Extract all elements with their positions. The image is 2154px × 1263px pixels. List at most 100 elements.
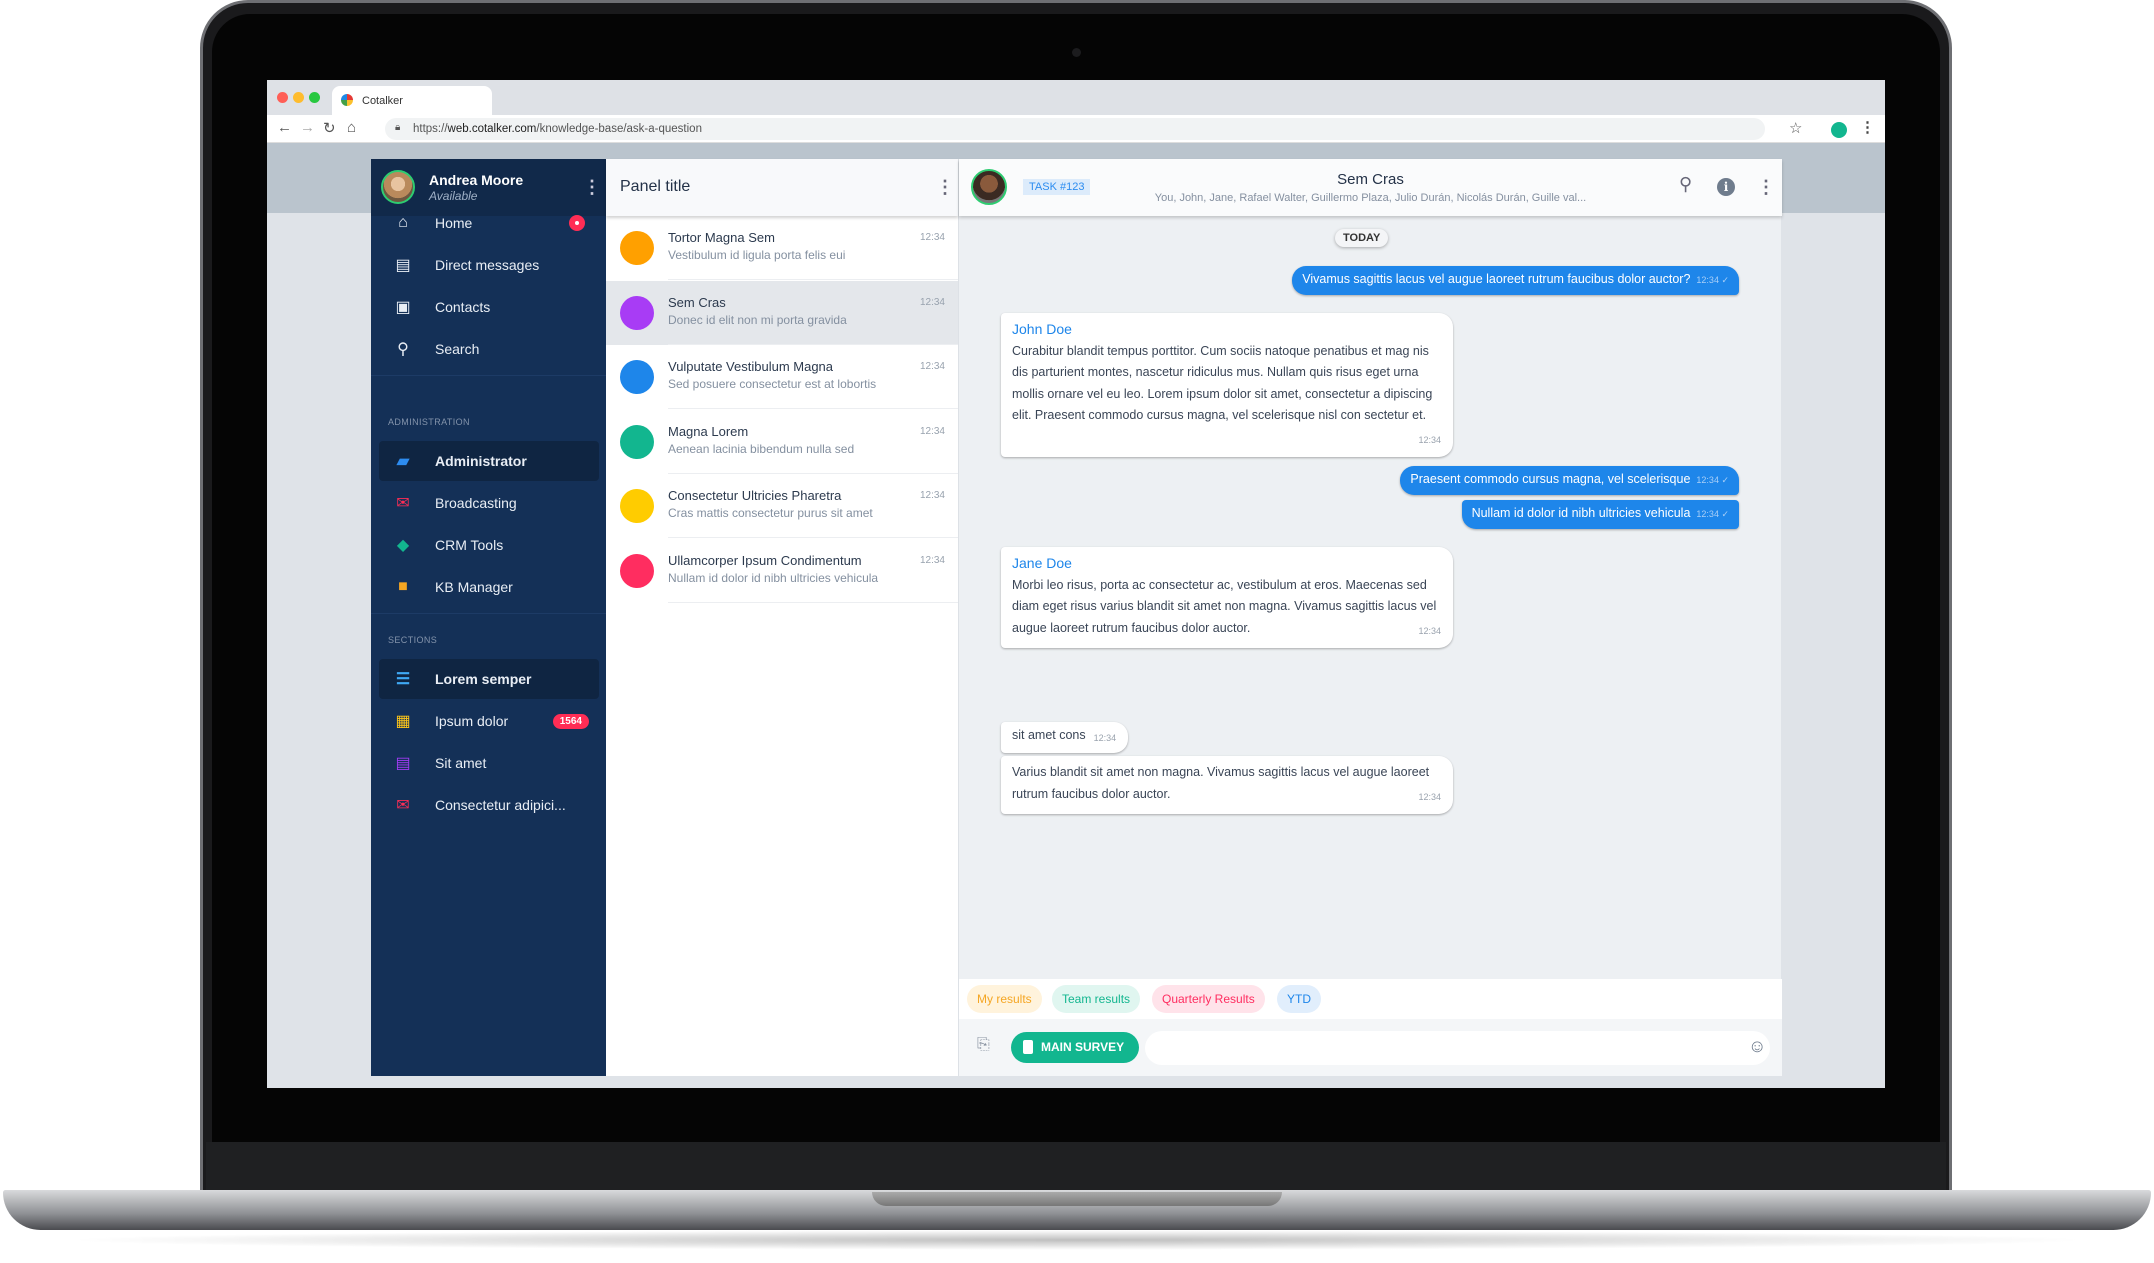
sidebar-item-lorem-semper[interactable]: ☰ Lorem semper xyxy=(379,659,599,699)
sidebar-item-ipsum-dolor[interactable]: ▦ Ipsum dolor 1564 xyxy=(379,701,599,741)
conversation-item[interactable]: Ullamcorper Ipsum Condimentum Nullam id … xyxy=(606,539,958,603)
chip-team-results[interactable]: Team results xyxy=(1052,985,1141,1013)
message-author: John Doe xyxy=(1012,321,1072,337)
sidebar-item-label: Home xyxy=(435,215,473,231)
sidebar-item-label: Consectetur adipici... xyxy=(435,797,566,813)
notification-dot xyxy=(569,215,585,231)
chip-my-results[interactable]: My results xyxy=(967,985,1042,1013)
message-text: sit amet cons xyxy=(1012,728,1086,742)
message-incoming[interactable]: Varius blandit sit amet non magna. Vivam… xyxy=(1001,756,1453,814)
url-path: /knowledge-base/ask-a-question xyxy=(536,123,702,135)
sidebar-item-label: Search xyxy=(435,341,480,357)
message-time: 12:34 xyxy=(1418,625,1441,636)
lock-icon: 🔒︎ xyxy=(395,122,401,133)
message-incoming[interactable]: John Doe Curabitur blandit tempus porttit… xyxy=(1001,313,1453,457)
tab-title: Cotalker xyxy=(362,95,403,107)
message-time: 12:34 ✓ xyxy=(1696,275,1729,285)
sidebar-item-broadcasting[interactable]: ✉ Broadcasting xyxy=(379,483,599,523)
profile-avatar[interactable] xyxy=(1831,122,1847,138)
home-page-icon[interactable]: ⌂ xyxy=(347,119,356,136)
conversation-time: 12:34 xyxy=(919,490,945,501)
url-prefix: https:// xyxy=(413,123,448,135)
contact-card-icon: ▣ xyxy=(395,299,411,316)
message-outgoing[interactable]: Vivamus sagittis lacus vel augue laoreet… xyxy=(1292,266,1739,295)
date-divider: TODAY xyxy=(1335,229,1389,247)
url-input[interactable]: 🔒︎ https://web.cotalker.com/knowledge-ba… xyxy=(385,118,1765,140)
message-text: Praesent commodo cursus magna, vel scele… xyxy=(1410,472,1691,486)
message-outgoing[interactable]: Nullam id dolor id nibh ultricies vehicu… xyxy=(1461,500,1739,529)
message-incoming[interactable]: sit amet cons 12:34 xyxy=(1001,722,1129,753)
close-window-button[interactable] xyxy=(277,92,288,103)
sidebar-item-home[interactable]: ⌂ Home xyxy=(379,203,599,243)
sidebar-item-label: Administrator xyxy=(435,453,527,469)
user-status: Available xyxy=(429,189,478,203)
address-bar: ← → ↻ ⌂ 🔒︎ https://web.cotalker.com/know… xyxy=(267,115,1885,143)
sidebar-item-label: CRM Tools xyxy=(435,537,504,553)
cotalker-logo-icon xyxy=(341,94,353,106)
sidebar-item-contacts[interactable]: ▣ Contacts xyxy=(379,287,599,327)
message-text: Varius blandit sit amet non magna. Vivam… xyxy=(1012,765,1430,801)
info-icon[interactable]: i xyxy=(1717,178,1735,196)
sidebar-item-direct-messages[interactable]: ▤ Direct messages xyxy=(379,245,599,285)
chip-quarterly-results[interactable]: Quarterly Results xyxy=(1152,985,1265,1013)
sidebar-item-label: KB Manager xyxy=(435,579,513,595)
user-name: Andrea Moore xyxy=(429,172,524,188)
conversation-title: Ullamcorper Ipsum Condimentum xyxy=(668,552,862,568)
search-icon[interactable]: ⚲ xyxy=(1679,174,1692,195)
divider xyxy=(668,601,958,603)
message-incoming[interactable]: Jane Doe Morbi leo risus, porta ac consec… xyxy=(1001,547,1453,648)
list-menu-icon[interactable]: ⋮ xyxy=(936,178,954,196)
clipboard-icon xyxy=(1023,1040,1033,1054)
search-icon: ⚲ xyxy=(397,341,409,358)
conversation-title: Consectetur Ultricies Pharetra xyxy=(668,488,842,503)
browser-menu-icon[interactable]: ⋮ xyxy=(1860,120,1875,135)
sidebar-item-sit-amet[interactable]: ▤ Sit amet xyxy=(379,743,599,783)
browser-tab[interactable]: Cotalker xyxy=(332,86,492,115)
maximize-window-button[interactable] xyxy=(309,92,320,103)
mail-icon: ✉ xyxy=(396,797,410,814)
back-icon[interactable]: ← xyxy=(277,119,292,136)
sidebar-item-kb-manager[interactable]: ■ KB Manager xyxy=(379,567,599,607)
conversation-item[interactable]: Tortor Magna Sem Vestibulum id ligula po… xyxy=(606,216,958,280)
conversation-item[interactable]: Consectetur Ultricies Pharetra Cras matt… xyxy=(606,474,958,538)
chip-ytd[interactable]: YTD xyxy=(1277,985,1321,1013)
conversation-list: Panel title ⋮ Tortor Magna Sem Vestibulu… xyxy=(606,159,958,1076)
conversation-avatar xyxy=(620,295,654,330)
main-survey-button[interactable]: MAIN SURVEY xyxy=(1011,1032,1139,1063)
user-avatar[interactable] xyxy=(381,170,415,204)
sidebar-item-crm-tools[interactable]: ◆ CRM Tools xyxy=(379,525,599,565)
building-icon: ▦ xyxy=(395,713,411,730)
sidebar-item-search[interactable]: ⚲ Search xyxy=(379,329,599,369)
conversation-time: 12:34 xyxy=(919,554,945,566)
attach-icon[interactable]: ⎘ xyxy=(977,1036,990,1054)
message-outgoing[interactable]: Praesent commodo cursus magna, vel scele… xyxy=(1400,466,1739,495)
conversation-avatar xyxy=(620,424,654,459)
conversation-preview: Donec id elit non mi porta gravida xyxy=(668,312,847,327)
chat-icon: ▤ xyxy=(395,257,411,274)
minimize-window-button[interactable] xyxy=(293,92,304,103)
home-icon: ⌂ xyxy=(398,214,408,231)
forward-icon[interactable]: → xyxy=(300,119,315,136)
divider xyxy=(371,375,606,376)
mail-stack-icon: ✉ xyxy=(396,495,410,512)
chat-title: Sem Cras xyxy=(1337,171,1404,188)
message-input[interactable] xyxy=(1145,1031,1770,1065)
toolbox-icon: ▰ xyxy=(396,453,410,470)
conversation-preview: Cras mattis consectetur purus sit amet xyxy=(668,506,873,520)
user-menu-icon[interactable]: ⋮ xyxy=(583,178,601,196)
conversation-time: 12:34 xyxy=(919,425,945,437)
conversation-item[interactable]: Sem Cras Donec id elit non mi porta grav… xyxy=(606,280,958,345)
composer: ⎘ MAIN SURVEY ☺ xyxy=(959,1019,1782,1076)
sidebar-item-administrator[interactable]: ▰ Administrator xyxy=(379,441,599,481)
conversation-preview: Nullam id dolor id nibh ultricies vehicu… xyxy=(668,570,879,585)
conversation-item[interactable]: Magna Lorem Aenean lacinia bibendum null… xyxy=(606,410,958,474)
sidebar-item-consectetur[interactable]: ✉ Consectetur adipici... xyxy=(379,785,599,825)
emoji-icon[interactable]: ☺ xyxy=(1748,1036,1766,1057)
reload-icon[interactable]: ↻ xyxy=(323,119,336,137)
conversation-item[interactable]: Vulputate Vestibulum Magna Sed posuere c… xyxy=(606,345,958,409)
conversation-title: Sem Cras xyxy=(668,294,726,310)
sidebar-item-label: Ipsum dolor xyxy=(435,713,509,729)
bookmark-star-icon[interactable]: ☆ xyxy=(1789,119,1802,137)
message-author: Jane Doe xyxy=(1012,555,1072,571)
chat-menu-icon[interactable]: ⋮ xyxy=(1757,178,1775,196)
